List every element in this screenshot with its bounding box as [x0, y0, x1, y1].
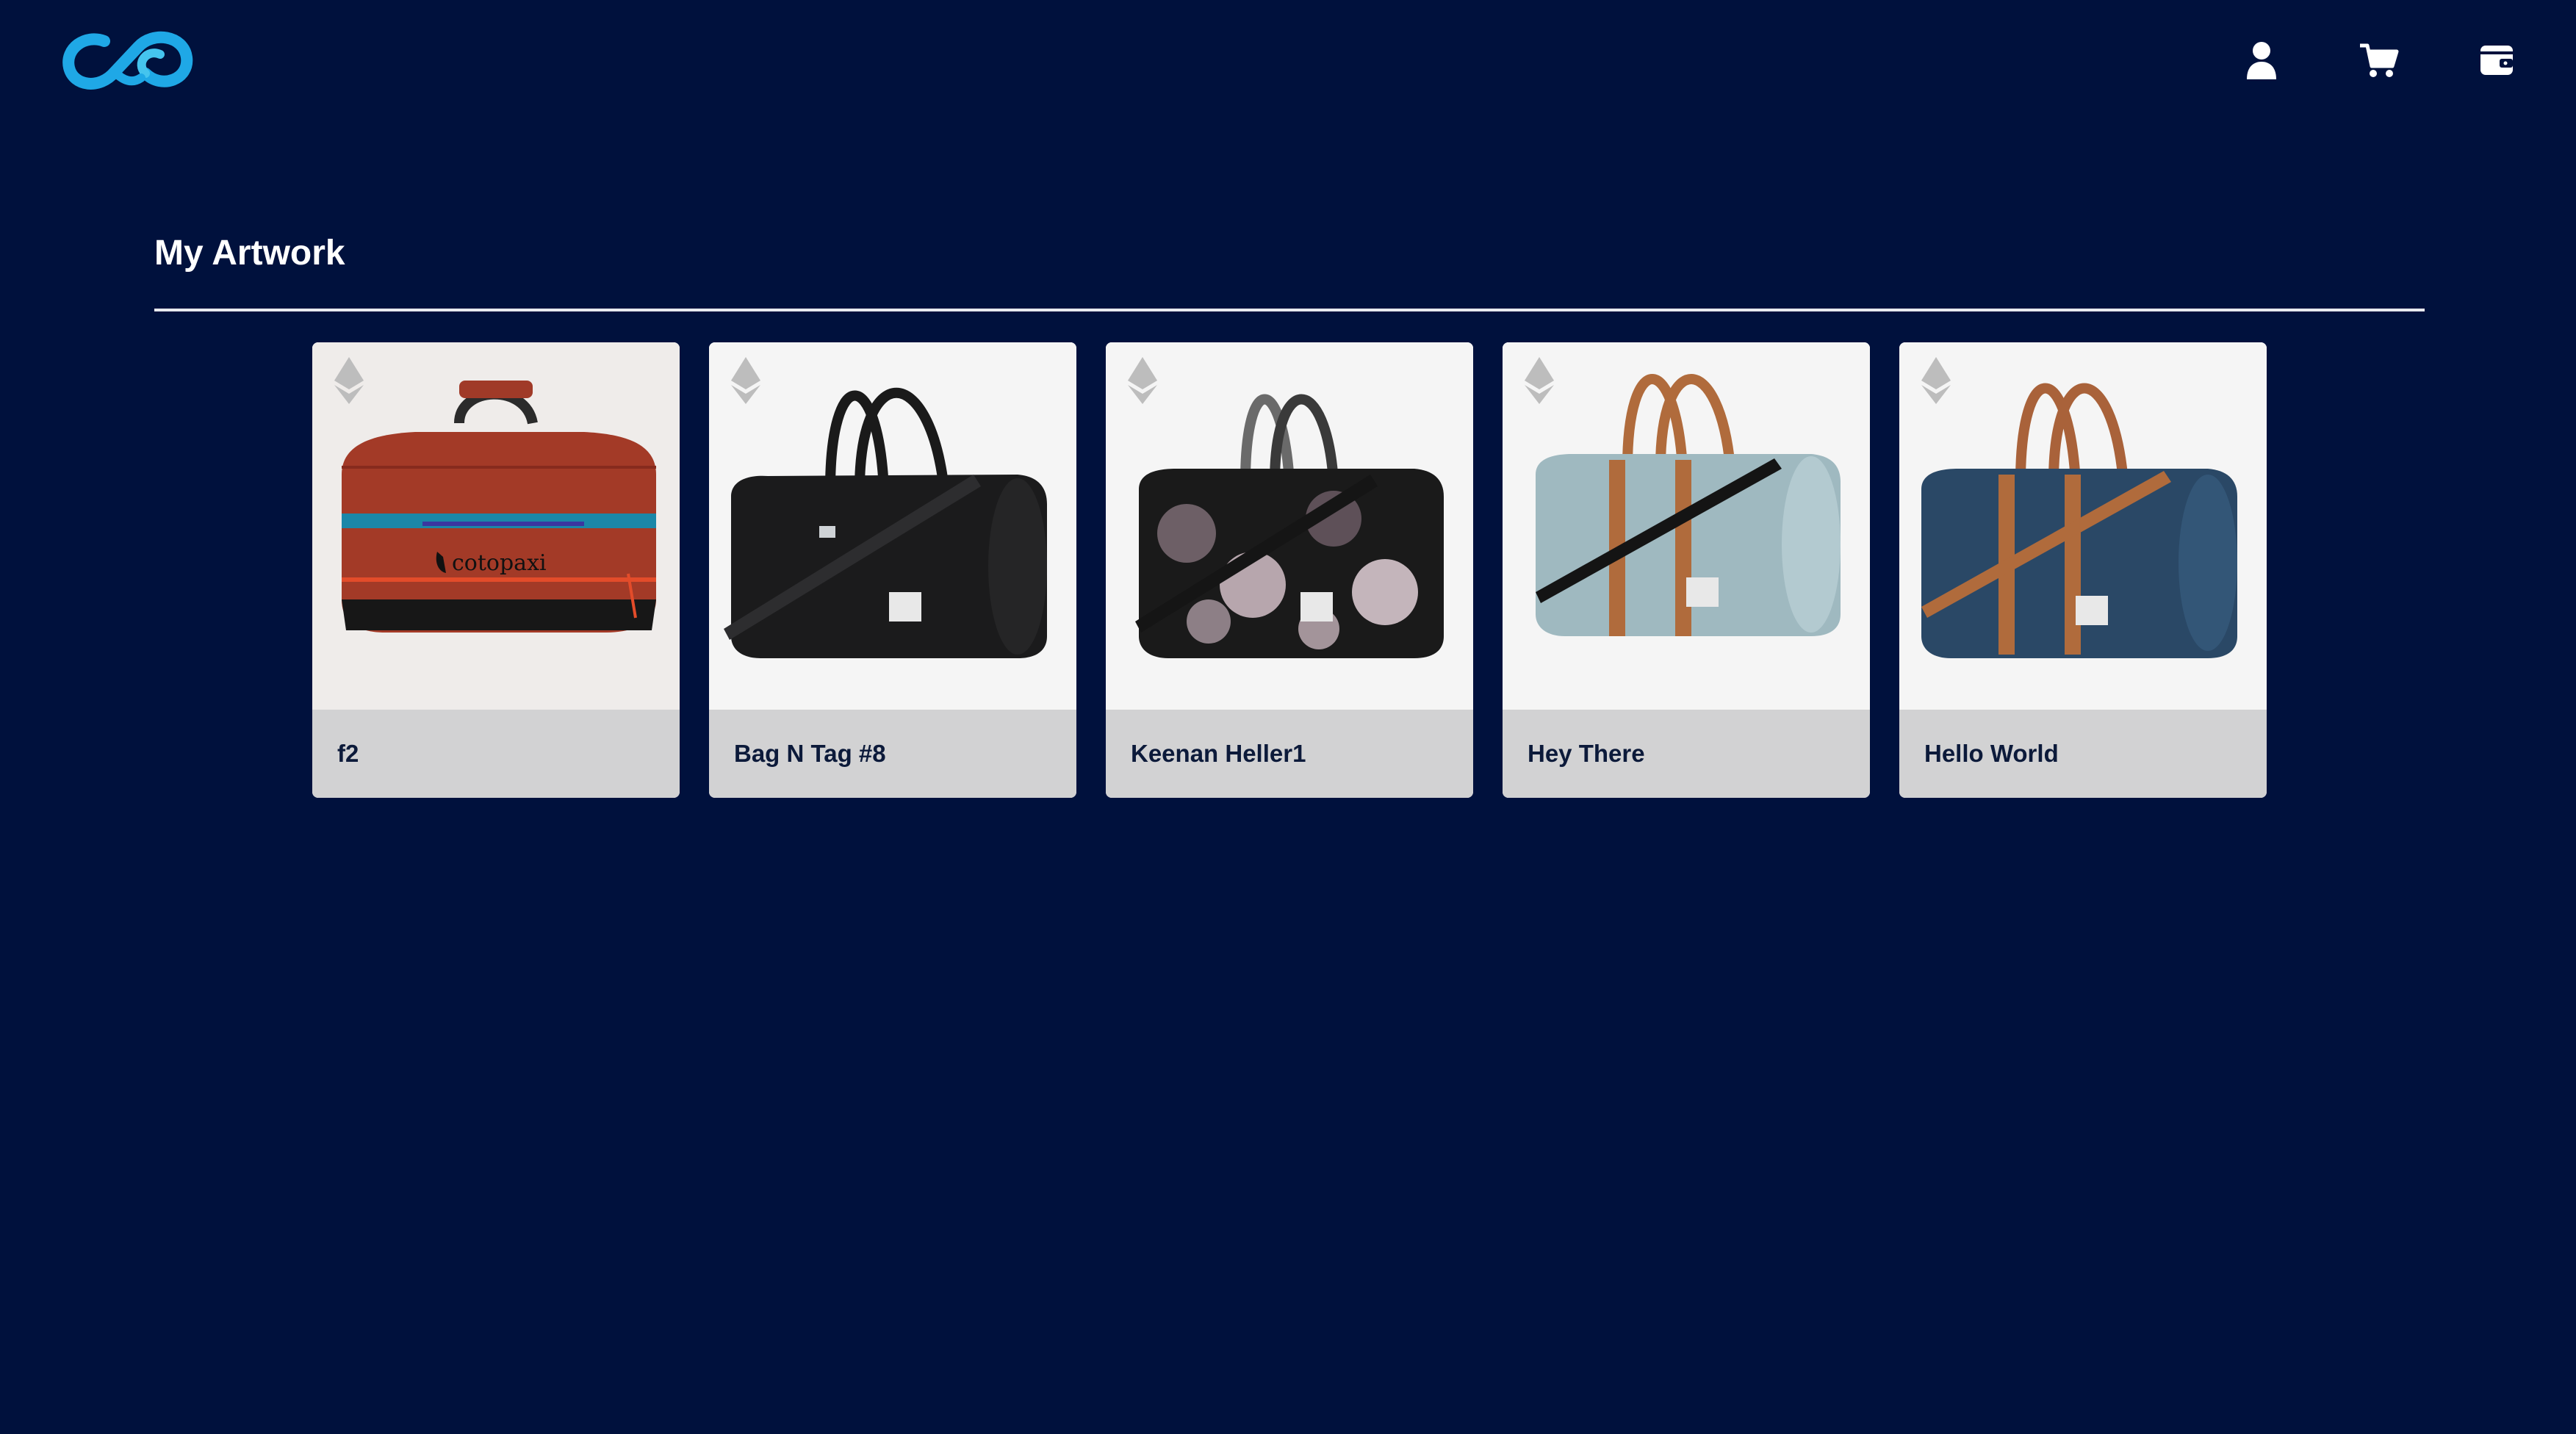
- artwork-image: [709, 342, 1076, 710]
- top-navigation-bar: [0, 0, 2576, 125]
- artwork-image: [1503, 342, 1870, 710]
- artwork-card[interactable]: Hello World: [1899, 342, 2267, 798]
- cart-icon[interactable]: [2357, 38, 2401, 82]
- ethereum-icon: [1128, 357, 1157, 404]
- navy-duffel-bag-image: [1899, 342, 2267, 710]
- artwork-image: [1106, 342, 1473, 710]
- artwork-caption: Bag N Tag #8: [709, 710, 1076, 798]
- artwork-title: f2: [337, 740, 359, 767]
- artwork-image: [1899, 342, 2267, 710]
- artwork-card[interactable]: Hey There: [1503, 342, 1870, 798]
- tie-dye-duffel-bag-image: [1106, 342, 1473, 710]
- artwork-title: Hey There: [1528, 740, 1645, 767]
- artwork-grid: cotopaxi f2 Bag N Tag #8 Keenan Heller1 …: [312, 342, 2267, 798]
- user-icon[interactable]: [2239, 38, 2284, 82]
- red-duffel-bag-image: cotopaxi: [312, 342, 680, 710]
- page-title: My Artwork: [154, 234, 345, 273]
- artwork-caption: f2: [312, 710, 680, 798]
- artwork-title: Bag N Tag #8: [734, 740, 886, 767]
- artwork-caption: Keenan Heller1: [1106, 710, 1473, 798]
- artwork-image: cotopaxi: [312, 342, 680, 710]
- ethereum-icon: [1921, 357, 1951, 404]
- wallet-icon[interactable]: [2475, 38, 2519, 82]
- artwork-caption: Hey There: [1503, 710, 1870, 798]
- artwork-card[interactable]: Keenan Heller1: [1106, 342, 1473, 798]
- artwork-title: Hello World: [1924, 740, 2059, 767]
- infinity-logo-icon[interactable]: [59, 26, 198, 93]
- svg-text:cotopaxi: cotopaxi: [452, 550, 547, 576]
- ethereum-icon: [334, 357, 364, 404]
- black-duffel-bag-image: [709, 342, 1076, 710]
- ethereum-icon: [1525, 357, 1554, 404]
- artwork-title: Keenan Heller1: [1131, 740, 1306, 767]
- artwork-card[interactable]: cotopaxi f2: [312, 342, 680, 798]
- title-divider: [154, 309, 2425, 311]
- ethereum-icon: [731, 357, 760, 404]
- artwork-caption: Hello World: [1899, 710, 2267, 798]
- artwork-card[interactable]: Bag N Tag #8: [709, 342, 1076, 798]
- light-blue-duffel-bag-image: [1503, 342, 1870, 710]
